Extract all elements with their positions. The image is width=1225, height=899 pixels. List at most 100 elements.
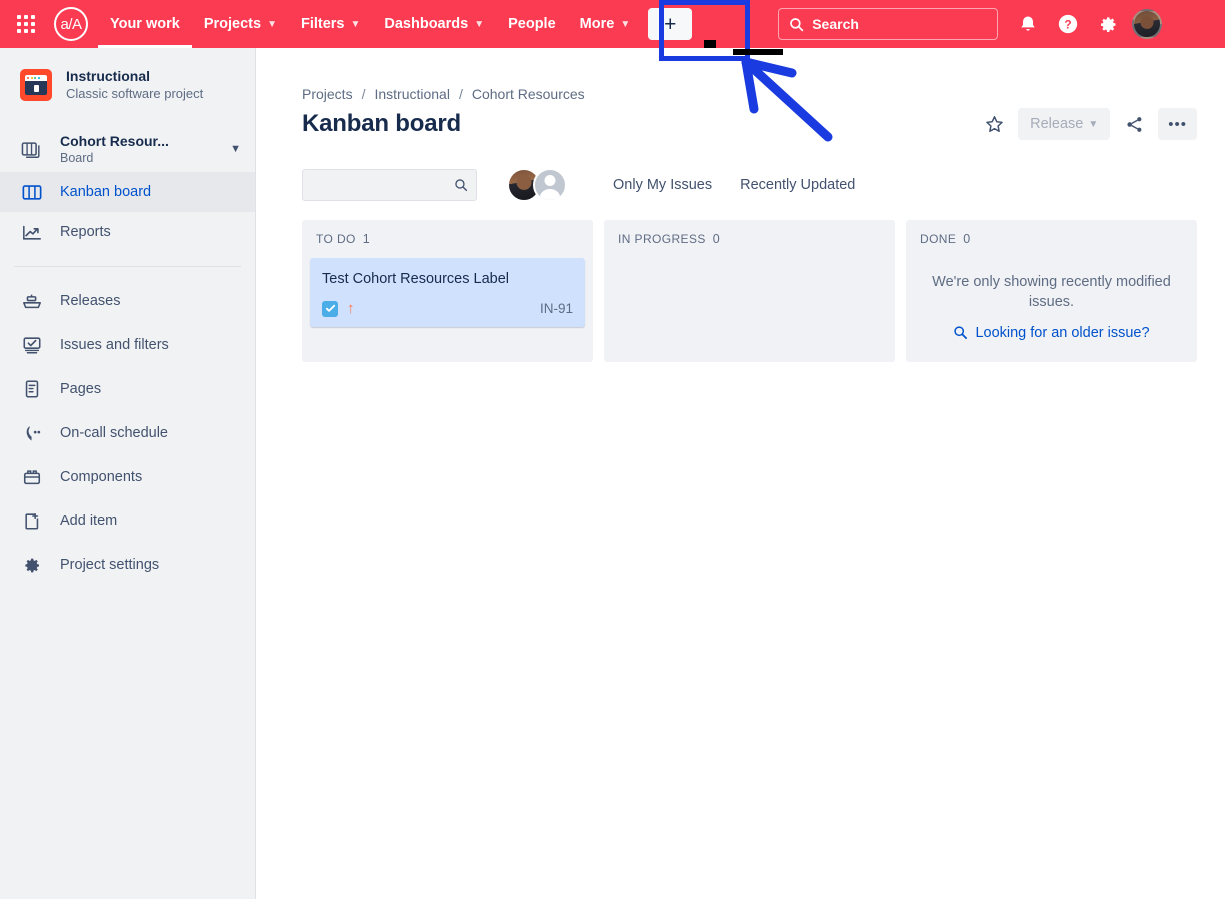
nav-item-label: People <box>508 16 556 32</box>
nav-item-filters[interactable]: Filters ▼ <box>289 0 372 48</box>
issue-card-footer: ↑ IN-91 <box>322 300 573 318</box>
sidebar-item-label: Components <box>60 469 143 486</box>
pages-document-icon <box>20 379 44 399</box>
header-actions: Release ▼ ••• <box>978 108 1225 140</box>
sidebar-item-reports[interactable]: Reports <box>0 212 255 252</box>
breadcrumb-item-instructional[interactable]: Instructional <box>374 86 449 102</box>
breadcrumb-item-projects[interactable]: Projects <box>302 86 353 102</box>
nav-icon-group: ? <box>1012 8 1163 40</box>
nav-item-label: Projects <box>203 16 262 32</box>
help-icon: ? <box>1059 14 1078 34</box>
sidebar-item-on-call-schedule[interactable]: On-call schedule <box>0 411 255 455</box>
release-dropdown-button[interactable]: Release ▼ <box>1018 108 1111 140</box>
nav-item-people[interactable]: People <box>496 0 568 48</box>
project-sidebar: Instructional Classic software project C… <box>0 48 256 899</box>
share-button[interactable] <box>1118 108 1150 140</box>
column-header: DONE 0 <box>914 230 1189 258</box>
column-count: 0 <box>963 232 971 246</box>
board-column-todo[interactable]: TO DO 1 Test Cohort Resources Label ↑ IN… <box>302 220 593 362</box>
nav-item-label: Filters <box>300 16 345 32</box>
sidebar-item-label: Pages <box>60 381 102 398</box>
sidebar-item-label: Reports <box>60 224 111 241</box>
sidebar-item-project-settings[interactable]: Project settings <box>0 543 255 587</box>
on-call-phone-icon <box>20 423 44 443</box>
settings-gear-icon <box>20 555 44 576</box>
sidebar-item-add-item[interactable]: Add item <box>0 499 255 543</box>
filter-recently-updated[interactable]: Recently Updated <box>726 169 869 201</box>
issue-card-title: Test Cohort Resources Label <box>322 271 509 287</box>
chevron-down-icon[interactable]: ▼ <box>230 143 241 155</box>
breadcrumb: Projects / Instructional / Cohort Resour… <box>256 48 1225 102</box>
settings-gear-icon <box>1100 16 1116 32</box>
sidebar-item-label: Project settings <box>60 557 160 574</box>
profile-avatar[interactable] <box>1132 9 1163 39</box>
project-window-icon <box>20 69 52 102</box>
column-name: DONE <box>920 232 957 246</box>
components-box-icon <box>20 467 44 487</box>
global-search-input[interactable]: Search <box>778 8 999 40</box>
share-icon <box>1127 116 1142 132</box>
notifications-button[interactable] <box>1012 8 1044 40</box>
page-title-row: Kanban board Release ▼ ••• <box>256 102 1225 140</box>
kanban-board: TO DO 1 Test Cohort Resources Label ↑ IN… <box>256 202 1225 362</box>
column-name: IN PROGRESS <box>618 232 706 246</box>
brand-logo-text: a/A <box>60 15 82 33</box>
app-switcher-button[interactable] <box>6 4 46 44</box>
column-header: TO DO 1 <box>310 230 585 258</box>
releases-ship-icon <box>20 291 44 311</box>
nav-item-your-work[interactable]: Your work <box>98 0 192 48</box>
chevron-down-icon: ▼ <box>350 18 361 30</box>
star-button[interactable] <box>978 108 1010 140</box>
issues-filters-icon <box>20 335 44 355</box>
search-icon <box>455 179 468 192</box>
help-button[interactable]: ? <box>1052 8 1084 40</box>
sidebar-item-kanban-board[interactable]: Kanban board <box>0 172 255 213</box>
sidebar-item-releases[interactable]: Releases <box>0 279 255 323</box>
breadcrumb-item-cohort-resources[interactable]: Cohort Resources <box>472 86 585 102</box>
board-columns-icon <box>20 182 44 202</box>
nav-item-label: More <box>579 16 615 32</box>
sidebar-item-label: Issues and filters <box>60 337 169 354</box>
nav-item-more[interactable]: More ▼ <box>568 0 643 48</box>
nav-item-label: Dashboards <box>384 16 469 32</box>
page-title: Kanban board <box>302 110 461 137</box>
sidebar-item-issues-and-filters[interactable]: Issues and filters <box>0 323 255 367</box>
priority-high-arrow-icon: ↑ <box>347 300 355 318</box>
search-icon <box>954 326 968 340</box>
sidebar-item-label: Add item <box>60 513 118 530</box>
nav-item-dashboards[interactable]: Dashboards ▼ <box>372 0 496 48</box>
create-button[interactable]: + <box>648 8 693 40</box>
board-search-input[interactable] <box>302 169 477 201</box>
sidebar-board-group-subtitle: Board <box>60 150 94 165</box>
main-content: Projects / Instructional / Cohort Resour… <box>256 48 1225 899</box>
avatar-user-default[interactable] <box>533 168 567 202</box>
release-label: Release <box>1030 116 1084 132</box>
global-search-placeholder: Search <box>812 16 859 32</box>
older-issue-link[interactable]: Looking for an older issue? <box>914 313 1189 351</box>
issue-card[interactable]: Test Cohort Resources Label ↑ IN-91 <box>310 258 585 327</box>
sidebar-item-pages[interactable]: Pages <box>0 367 255 411</box>
nav-item-projects[interactable]: Projects ▼ <box>192 0 289 48</box>
nav-item-label: Your work <box>110 16 180 32</box>
sidebar-project-header[interactable]: Instructional Classic software project <box>0 48 255 102</box>
board-avatar-filter <box>507 168 567 202</box>
board-toolbar: Only My Issues Recently Updated <box>256 140 1225 202</box>
brand-logo[interactable]: a/A <box>54 7 88 41</box>
cursor-dot <box>704 40 716 48</box>
task-checkbox-icon <box>322 300 338 317</box>
apps-grid-icon <box>17 15 35 33</box>
more-actions-button[interactable]: ••• <box>1158 108 1197 140</box>
board-column-in-progress[interactable]: IN PROGRESS 0 <box>604 220 895 362</box>
breadcrumb-separator: / <box>458 86 463 102</box>
sidebar-item-components[interactable]: Components <box>0 455 255 499</box>
sidebar-item-label: On-call schedule <box>60 425 168 442</box>
settings-button[interactable] <box>1092 8 1124 40</box>
sidebar-board-group[interactable]: Cohort Resour... Board ▼ <box>0 126 255 172</box>
more-actions-label: ••• <box>1168 115 1187 133</box>
cursor-bar <box>733 49 783 55</box>
chevron-down-icon: ▼ <box>620 18 631 30</box>
filter-only-my-issues[interactable]: Only My Issues <box>599 169 726 201</box>
board-column-done[interactable]: DONE 0 We're only showing recently modif… <box>906 220 1197 362</box>
project-subtitle: Classic software project <box>66 85 204 101</box>
filter-label: Recently Updated <box>740 177 856 193</box>
